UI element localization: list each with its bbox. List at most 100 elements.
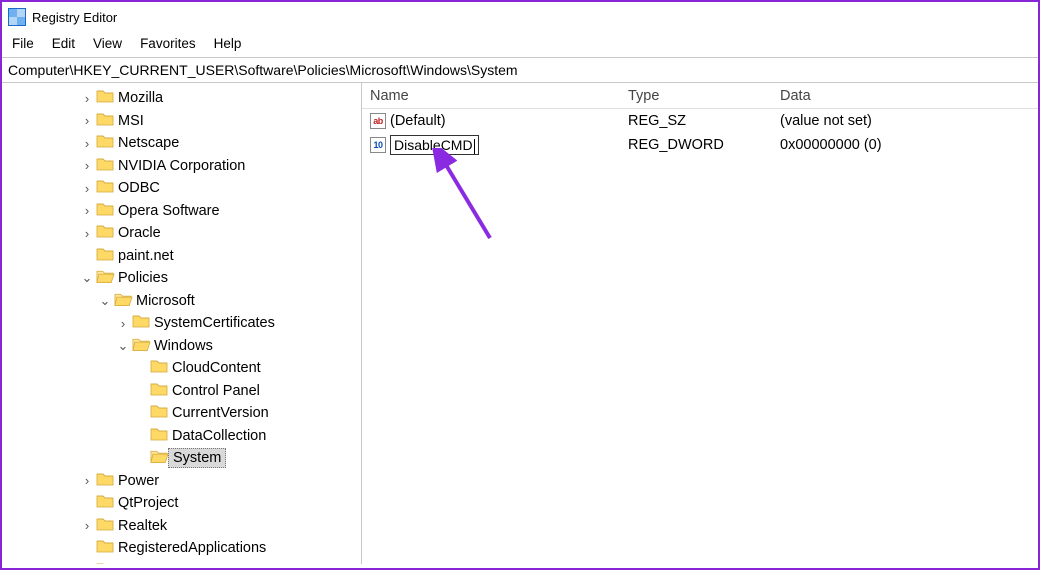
chevron-right-icon[interactable]: › xyxy=(80,181,94,196)
tree-item-microsoft[interactable]: ⌄ Microsoft xyxy=(2,290,361,313)
folder-icon xyxy=(148,381,172,401)
chevron-down-icon[interactable]: ⌄ xyxy=(116,338,130,354)
string-value-icon: ab xyxy=(370,113,386,129)
tree-item-label: ODBC xyxy=(118,180,160,196)
folder-icon xyxy=(94,111,118,131)
tree-item-datacollection[interactable]: DataCollection xyxy=(2,425,361,448)
menu-favorites[interactable]: Favorites xyxy=(140,36,196,51)
folder-icon xyxy=(94,561,118,564)
chevron-right-icon[interactable]: › xyxy=(116,316,130,331)
tree-item-oracle[interactable]: ›Oracle xyxy=(2,222,361,245)
tree-item-msi[interactable]: › MSI xyxy=(2,110,361,133)
tree-item-label: Netscape xyxy=(118,135,179,151)
tree-item-label: NVIDIA Corporation xyxy=(118,158,245,174)
tree-view[interactable]: › Mozilla › MSI › Netscape › NVIDIA Corporation… xyxy=(2,83,362,564)
value-type: REG_SZ xyxy=(620,113,772,129)
chevron-right-icon[interactable]: › xyxy=(80,91,94,106)
menu-edit[interactable]: Edit xyxy=(52,36,75,51)
folder-icon xyxy=(130,313,154,333)
tree-item-label: Control Panel xyxy=(172,383,260,399)
tree-item-label: Power xyxy=(118,473,159,489)
folder-icon xyxy=(94,201,118,221)
tree-item-qtproject[interactable]: QtProject xyxy=(2,492,361,515)
tree-item-label: MSI xyxy=(118,113,144,129)
folder-icon xyxy=(94,88,118,108)
col-header-name[interactable]: Name xyxy=(362,88,620,104)
tree-item-label: Microsoft xyxy=(136,293,195,309)
title-bar: Registry Editor xyxy=(2,2,1038,32)
tree-item-label: QtProject xyxy=(118,495,178,511)
window-title: Registry Editor xyxy=(32,10,117,25)
tree-item-realtek[interactable]: › Realtek xyxy=(2,515,361,538)
folder-icon xyxy=(94,156,118,176)
value-row[interactable]: 10DisableCMD REG_DWORD0x00000000 (0) xyxy=(362,133,1038,157)
tree-item-label: DataCollection xyxy=(172,428,266,444)
app-icon xyxy=(8,8,26,26)
tree-item-opera-software[interactable]: › Opera Software xyxy=(2,200,361,223)
tree-item-control-panel[interactable]: Control Panel xyxy=(2,380,361,403)
chevron-down-icon[interactable]: ⌄ xyxy=(80,270,94,286)
tree-item-label: ScriptHookV xyxy=(118,563,199,564)
tree-item-label: RegisteredApplications xyxy=(118,540,266,556)
folder-icon xyxy=(112,291,136,311)
menu-file[interactable]: File xyxy=(12,36,34,51)
chevron-right-icon[interactable]: › xyxy=(80,158,94,173)
value-data: (value not set) xyxy=(772,113,1038,129)
tree-item-label: Windows xyxy=(154,338,213,354)
menu-view[interactable]: View xyxy=(93,36,122,51)
folder-icon xyxy=(130,336,154,356)
folder-icon xyxy=(94,516,118,536)
value-name: (Default) xyxy=(390,113,446,129)
tree-item-nvidia-corporation[interactable]: › NVIDIA Corporation xyxy=(2,155,361,178)
chevron-right-icon[interactable]: › xyxy=(80,473,94,488)
tree-item-label: Realtek xyxy=(118,518,167,534)
chevron-down-icon[interactable]: ⌄ xyxy=(98,293,112,309)
chevron-right-icon[interactable]: › xyxy=(80,136,94,151)
col-header-type[interactable]: Type xyxy=(620,88,772,104)
folder-icon xyxy=(148,403,172,423)
folder-icon xyxy=(148,358,172,378)
tree-item-netscape[interactable]: › Netscape xyxy=(2,132,361,155)
tree-item-label: SystemCertificates xyxy=(154,315,275,331)
tree-item-mozilla[interactable]: › Mozilla xyxy=(2,87,361,110)
folder-icon xyxy=(94,246,118,266)
menubar: File Edit View Favorites Help xyxy=(2,32,1038,57)
value-data: 0x00000000 (0) xyxy=(772,137,1038,153)
tree-item-label: paint.net xyxy=(118,248,174,264)
tree-item-systemcertificates[interactable]: › SystemCertificates xyxy=(2,312,361,335)
tree-item-label: Policies xyxy=(118,270,168,286)
content-area: › Mozilla › MSI › Netscape › NVIDIA Corporation… xyxy=(2,83,1038,564)
tree-item-odbc[interactable]: › ODBC xyxy=(2,177,361,200)
tree-item-power[interactable]: › Power xyxy=(2,470,361,493)
tree-item-paint-net[interactable]: paint.net xyxy=(2,245,361,268)
tree-item-windows[interactable]: ⌄ Windows xyxy=(2,335,361,358)
folder-icon xyxy=(94,178,118,198)
chevron-right-icon[interactable]: › xyxy=(80,203,94,218)
value-type: REG_DWORD xyxy=(620,137,772,153)
tree-item-label: CurrentVersion xyxy=(172,405,269,421)
chevron-right-icon[interactable]: › xyxy=(80,113,94,128)
value-name-edit[interactable]: DisableCMD xyxy=(390,135,479,155)
tree-item-currentversion[interactable]: CurrentVersion xyxy=(2,402,361,425)
tree-item-label: CloudContent xyxy=(172,360,261,376)
folder-icon xyxy=(94,268,118,288)
tree-item-policies[interactable]: ⌄ Policies xyxy=(2,267,361,290)
tree-item-registeredapplications[interactable]: RegisteredApplications xyxy=(2,537,361,560)
folder-icon xyxy=(94,493,118,513)
dword-value-icon: 10 xyxy=(370,137,386,153)
folder-icon xyxy=(94,538,118,558)
chevron-right-icon[interactable]: › xyxy=(80,518,94,533)
folder-icon xyxy=(94,471,118,491)
folder-icon xyxy=(94,223,118,243)
tree-item-cloudcontent[interactable]: CloudContent xyxy=(2,357,361,380)
col-header-data[interactable]: Data xyxy=(772,88,1038,104)
tree-item-label: Opera Software xyxy=(118,203,220,219)
tree-item-system[interactable]: System xyxy=(2,447,361,470)
chevron-right-icon[interactable]: › xyxy=(80,226,94,241)
menu-help[interactable]: Help xyxy=(214,36,242,51)
tree-item-label: Mozilla xyxy=(118,90,163,106)
tree-item-scripthookv[interactable]: ScriptHookV xyxy=(2,560,361,565)
values-list[interactable]: Name Type Data ab(Default) REG_SZ(value n… xyxy=(362,83,1038,564)
value-row[interactable]: ab(Default) REG_SZ(value not set) xyxy=(362,109,1038,133)
address-bar[interactable]: Computer\HKEY_CURRENT_USER\Software\Poli… xyxy=(2,57,1038,83)
